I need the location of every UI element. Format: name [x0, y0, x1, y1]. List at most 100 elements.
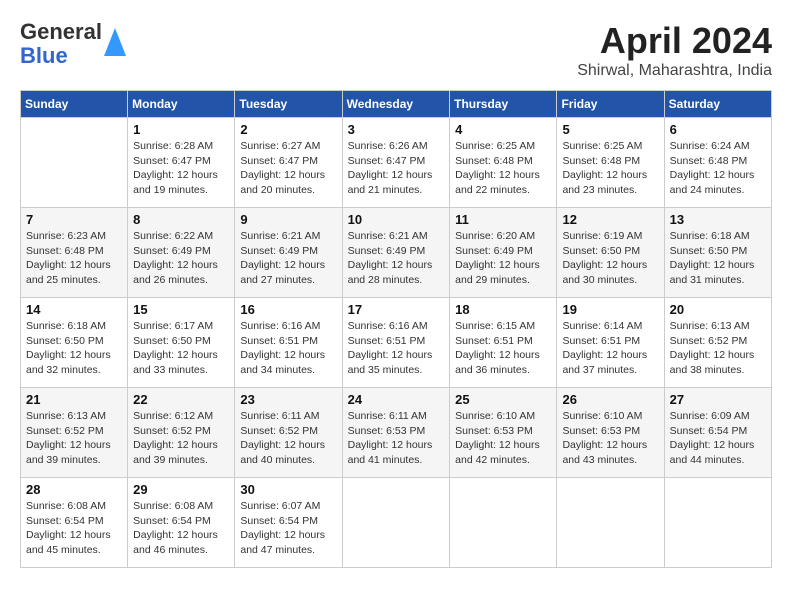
calendar-cell: 25Sunrise: 6:10 AM Sunset: 6:53 PM Dayli… [450, 388, 557, 478]
day-info: Sunrise: 6:24 AM Sunset: 6:48 PM Dayligh… [670, 139, 766, 198]
day-number: 10 [348, 212, 445, 227]
calendar-header-sunday: Sunday [21, 91, 128, 118]
calendar-week-row: 1Sunrise: 6:28 AM Sunset: 6:47 PM Daylig… [21, 118, 772, 208]
calendar-cell: 28 Sunrise: 6:08 AM Sunset: 6:54 PM Dayli… [21, 478, 128, 568]
calendar-header-monday: Monday [128, 91, 235, 118]
day-number: 22 [133, 392, 229, 407]
calendar-cell: 24 Sunrise: 6:11 AM Sunset: 6:53 PM Dayli… [342, 388, 450, 478]
day-info: Sunrise: 6:10 AM Sunset: 6:53 PM Dayligh… [455, 409, 551, 468]
day-number: 23 [240, 392, 336, 407]
day-info: Sunrise: 6:14 AM Sunset: 6:51 PM Dayligh… [562, 319, 658, 378]
calendar-cell: 5Sunrise: 6:25 AM Sunset: 6:48 PM Daylig… [557, 118, 664, 208]
day-number: 14 [26, 302, 122, 317]
calendar-table: SundayMondayTuesdayWednesdayThursdayFrid… [20, 90, 772, 568]
calendar-cell: 10 Sunrise: 6:21 AM Sunset: 6:49 PM Dayli… [342, 208, 450, 298]
day-number: 2 [240, 122, 336, 137]
calendar-cell: 20 Sunrise: 6:13 AM Sunset: 6:52 PM Dayli… [664, 298, 771, 388]
day-number: 8 [133, 212, 229, 227]
day-info: Sunrise: 6:21 AM Sunset: 6:49 PM Dayligh… [240, 229, 336, 288]
day-number: 15 [133, 302, 229, 317]
calendar-cell [664, 478, 771, 568]
day-number: 28 [26, 482, 122, 497]
calendar-cell: 18Sunrise: 6:15 AM Sunset: 6:51 PM Dayli… [450, 298, 557, 388]
calendar-cell [21, 118, 128, 208]
day-info: Sunrise: 6:18 AM Sunset: 6:50 PM Dayligh… [26, 319, 122, 378]
calendar-cell: 8 Sunrise: 6:22 AM Sunset: 6:49 PM Daylig… [128, 208, 235, 298]
day-number: 20 [670, 302, 766, 317]
day-info: Sunrise: 6:11 AM Sunset: 6:53 PM Dayligh… [348, 409, 445, 468]
calendar-cell: 17 Sunrise: 6:16 AM Sunset: 6:51 PM Dayli… [342, 298, 450, 388]
day-info: Sunrise: 6:17 AM Sunset: 6:50 PM Dayligh… [133, 319, 229, 378]
calendar-header-wednesday: Wednesday [342, 91, 450, 118]
day-info: Sunrise: 6:20 AM Sunset: 6:49 PM Dayligh… [455, 229, 551, 288]
calendar-cell: 1Sunrise: 6:28 AM Sunset: 6:47 PM Daylig… [128, 118, 235, 208]
calendar-header-row: SundayMondayTuesdayWednesdayThursdayFrid… [21, 91, 772, 118]
calendar-week-row: 21 Sunrise: 6:13 AM Sunset: 6:52 PM Dayli… [21, 388, 772, 478]
day-number: 13 [670, 212, 766, 227]
calendar-cell: 12Sunrise: 6:19 AM Sunset: 6:50 PM Dayli… [557, 208, 664, 298]
calendar-cell: 4 Sunrise: 6:25 AM Sunset: 6:48 PM Daylig… [450, 118, 557, 208]
calendar-cell: 9Sunrise: 6:21 AM Sunset: 6:49 PM Daylig… [235, 208, 342, 298]
day-info: Sunrise: 6:16 AM Sunset: 6:51 PM Dayligh… [348, 319, 445, 378]
calendar-cell [450, 478, 557, 568]
day-number: 6 [670, 122, 766, 137]
day-number: 24 [348, 392, 445, 407]
day-info: Sunrise: 6:28 AM Sunset: 6:47 PM Dayligh… [133, 139, 229, 198]
calendar-cell: 6 Sunrise: 6:24 AM Sunset: 6:48 PM Daylig… [664, 118, 771, 208]
day-info: Sunrise: 6:13 AM Sunset: 6:52 PM Dayligh… [670, 319, 766, 378]
day-info: Sunrise: 6:21 AM Sunset: 6:49 PM Dayligh… [348, 229, 445, 288]
logo-blue: Blue [20, 44, 102, 68]
day-info: Sunrise: 6:08 AM Sunset: 6:54 PM Dayligh… [133, 499, 229, 558]
month-year-title: April 2024 [577, 20, 772, 62]
day-info: Sunrise: 6:18 AM Sunset: 6:50 PM Dayligh… [670, 229, 766, 288]
calendar-cell: 7Sunrise: 6:23 AM Sunset: 6:48 PM Daylig… [21, 208, 128, 298]
calendar-cell: 3 Sunrise: 6:26 AM Sunset: 6:47 PM Daylig… [342, 118, 450, 208]
day-info: Sunrise: 6:13 AM Sunset: 6:52 PM Dayligh… [26, 409, 122, 468]
day-info: Sunrise: 6:07 AM Sunset: 6:54 PM Dayligh… [240, 499, 336, 558]
logo: General Blue [20, 20, 126, 68]
calendar-header-saturday: Saturday [664, 91, 771, 118]
calendar-cell: 23Sunrise: 6:11 AM Sunset: 6:52 PM Dayli… [235, 388, 342, 478]
day-info: Sunrise: 6:09 AM Sunset: 6:54 PM Dayligh… [670, 409, 766, 468]
day-number: 5 [562, 122, 658, 137]
calendar-cell: 26Sunrise: 6:10 AM Sunset: 6:53 PM Dayli… [557, 388, 664, 478]
day-info: Sunrise: 6:27 AM Sunset: 6:47 PM Dayligh… [240, 139, 336, 198]
calendar-cell: 15 Sunrise: 6:17 AM Sunset: 6:50 PM Dayli… [128, 298, 235, 388]
calendar-cell: 21 Sunrise: 6:13 AM Sunset: 6:52 PM Dayli… [21, 388, 128, 478]
calendar-cell: 19Sunrise: 6:14 AM Sunset: 6:51 PM Dayli… [557, 298, 664, 388]
calendar-cell: 14 Sunrise: 6:18 AM Sunset: 6:50 PM Dayli… [21, 298, 128, 388]
logo-icon [104, 28, 126, 61]
calendar-header-thursday: Thursday [450, 91, 557, 118]
day-number: 4 [455, 122, 551, 137]
day-info: Sunrise: 6:08 AM Sunset: 6:54 PM Dayligh… [26, 499, 122, 558]
day-number: 27 [670, 392, 766, 407]
day-number: 16 [240, 302, 336, 317]
day-number: 3 [348, 122, 445, 137]
calendar-cell: 16 Sunrise: 6:16 AM Sunset: 6:51 PM Dayli… [235, 298, 342, 388]
day-number: 7 [26, 212, 122, 227]
day-number: 21 [26, 392, 122, 407]
calendar-cell: 30 Sunrise: 6:07 AM Sunset: 6:54 PM Dayli… [235, 478, 342, 568]
day-number: 17 [348, 302, 445, 317]
day-info: Sunrise: 6:26 AM Sunset: 6:47 PM Dayligh… [348, 139, 445, 198]
calendar-cell: 22 Sunrise: 6:12 AM Sunset: 6:52 PM Dayli… [128, 388, 235, 478]
location-subtitle: Shirwal, Maharashtra, India [577, 62, 772, 80]
calendar-cell [342, 478, 450, 568]
calendar-cell: 29Sunrise: 6:08 AM Sunset: 6:54 PM Dayli… [128, 478, 235, 568]
day-info: Sunrise: 6:12 AM Sunset: 6:52 PM Dayligh… [133, 409, 229, 468]
calendar-cell: 13 Sunrise: 6:18 AM Sunset: 6:50 PM Dayli… [664, 208, 771, 298]
calendar-header-friday: Friday [557, 91, 664, 118]
day-number: 26 [562, 392, 658, 407]
title-block: April 2024 Shirwal, Maharashtra, India [577, 20, 772, 80]
logo-general: General [20, 20, 102, 44]
day-info: Sunrise: 6:25 AM Sunset: 6:48 PM Dayligh… [455, 139, 551, 198]
page-header: General Blue April 2024 Shirwal, Maharas… [20, 20, 772, 80]
calendar-header-tuesday: Tuesday [235, 91, 342, 118]
calendar-cell [557, 478, 664, 568]
day-number: 18 [455, 302, 551, 317]
calendar-week-row: 14 Sunrise: 6:18 AM Sunset: 6:50 PM Dayli… [21, 298, 772, 388]
day-number: 30 [240, 482, 336, 497]
calendar-week-row: 28 Sunrise: 6:08 AM Sunset: 6:54 PM Dayli… [21, 478, 772, 568]
day-info: Sunrise: 6:16 AM Sunset: 6:51 PM Dayligh… [240, 319, 336, 378]
day-info: Sunrise: 6:22 AM Sunset: 6:49 PM Dayligh… [133, 229, 229, 288]
